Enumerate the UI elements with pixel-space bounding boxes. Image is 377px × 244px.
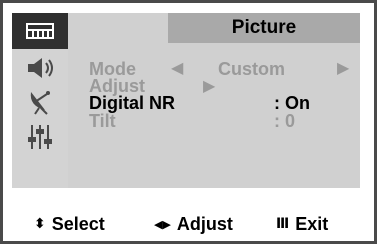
- mode-value: Custom: [218, 59, 285, 79]
- mode-right-arrow-icon[interactable]: ▶: [337, 60, 349, 78]
- sidebar-item-sound[interactable]: [12, 50, 68, 86]
- satellite-dish-icon: [30, 91, 50, 115]
- menu-title: Picture: [168, 13, 360, 43]
- adjust-arrow-icon[interactable]: ▶: [203, 78, 215, 96]
- mode-left-arrow-icon[interactable]: ◀: [171, 60, 183, 78]
- menu-item-tilt[interactable]: Tilt: [89, 112, 116, 130]
- updown-arrow-icon: ⬍: [34, 216, 46, 232]
- menu-item-digital-nr-label: Digital NR: [89, 93, 176, 113]
- footer-adjust: ◀▶ Adjust: [154, 214, 233, 235]
- tilt-value: : 0: [274, 111, 296, 131]
- footer-select: ⬍ Select: [34, 214, 105, 235]
- leftright-arrow-icon: ◀▶: [154, 217, 171, 231]
- menu-item-digital-nr[interactable]: Digital NR: [89, 94, 175, 112]
- footer-exit-label: Exit: [295, 213, 329, 234]
- footer-exit: Ⅲ Exit: [276, 214, 328, 235]
- digital-nr-value: : On: [274, 93, 310, 113]
- speaker-icon: [28, 58, 53, 78]
- sidebar-item-input[interactable]: [12, 13, 68, 49]
- footer-adjust-label: Adjust: [176, 213, 233, 234]
- menu-icon: Ⅲ: [276, 216, 290, 232]
- menu-item-tilt-label: Tilt: [89, 111, 116, 131]
- sidebar-item-channel[interactable]: [12, 84, 68, 120]
- input-icon: [26, 23, 54, 39]
- sliders-icon: [28, 125, 52, 149]
- footer-help: ⬍ Select ◀▶ Adjust Ⅲ Exit: [12, 212, 364, 236]
- footer-select-label: Select: [51, 213, 105, 234]
- sidebar-item-setup[interactable]: [12, 119, 68, 155]
